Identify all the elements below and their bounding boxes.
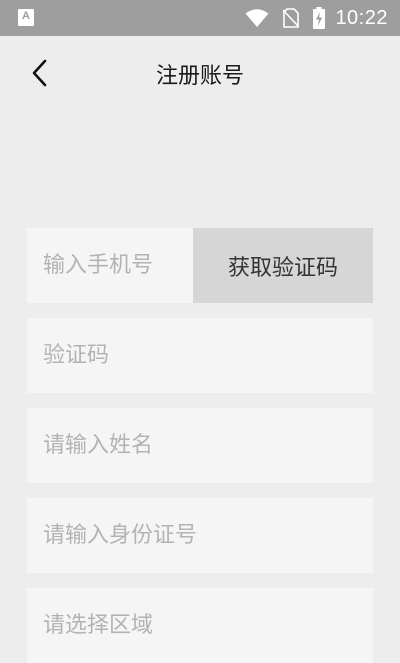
- wifi-icon: [245, 9, 269, 27]
- region-select[interactable]: [27, 588, 373, 663]
- get-code-button[interactable]: 获取验证码: [193, 228, 373, 303]
- name-input[interactable]: [27, 408, 373, 483]
- code-row: [27, 318, 373, 393]
- page-title: 注册账号: [155, 64, 244, 89]
- id-number-input[interactable]: [27, 498, 373, 573]
- status-icons: 10:22: [245, 0, 388, 36]
- phone-row: 获取验证码: [27, 228, 373, 303]
- title-bar: 注册账号: [0, 36, 400, 108]
- app-notification-icon: A: [18, 9, 34, 26]
- region-row: [27, 588, 373, 663]
- name-row: [27, 408, 373, 483]
- battery-charging-icon: [313, 7, 326, 29]
- phone-input[interactable]: [27, 228, 193, 303]
- no-sim-icon: [283, 8, 300, 28]
- status-bar: A 10:22: [0, 0, 400, 36]
- clock: 10:22: [335, 6, 388, 29]
- verification-code-input[interactable]: [27, 318, 373, 393]
- id-row: [27, 498, 373, 573]
